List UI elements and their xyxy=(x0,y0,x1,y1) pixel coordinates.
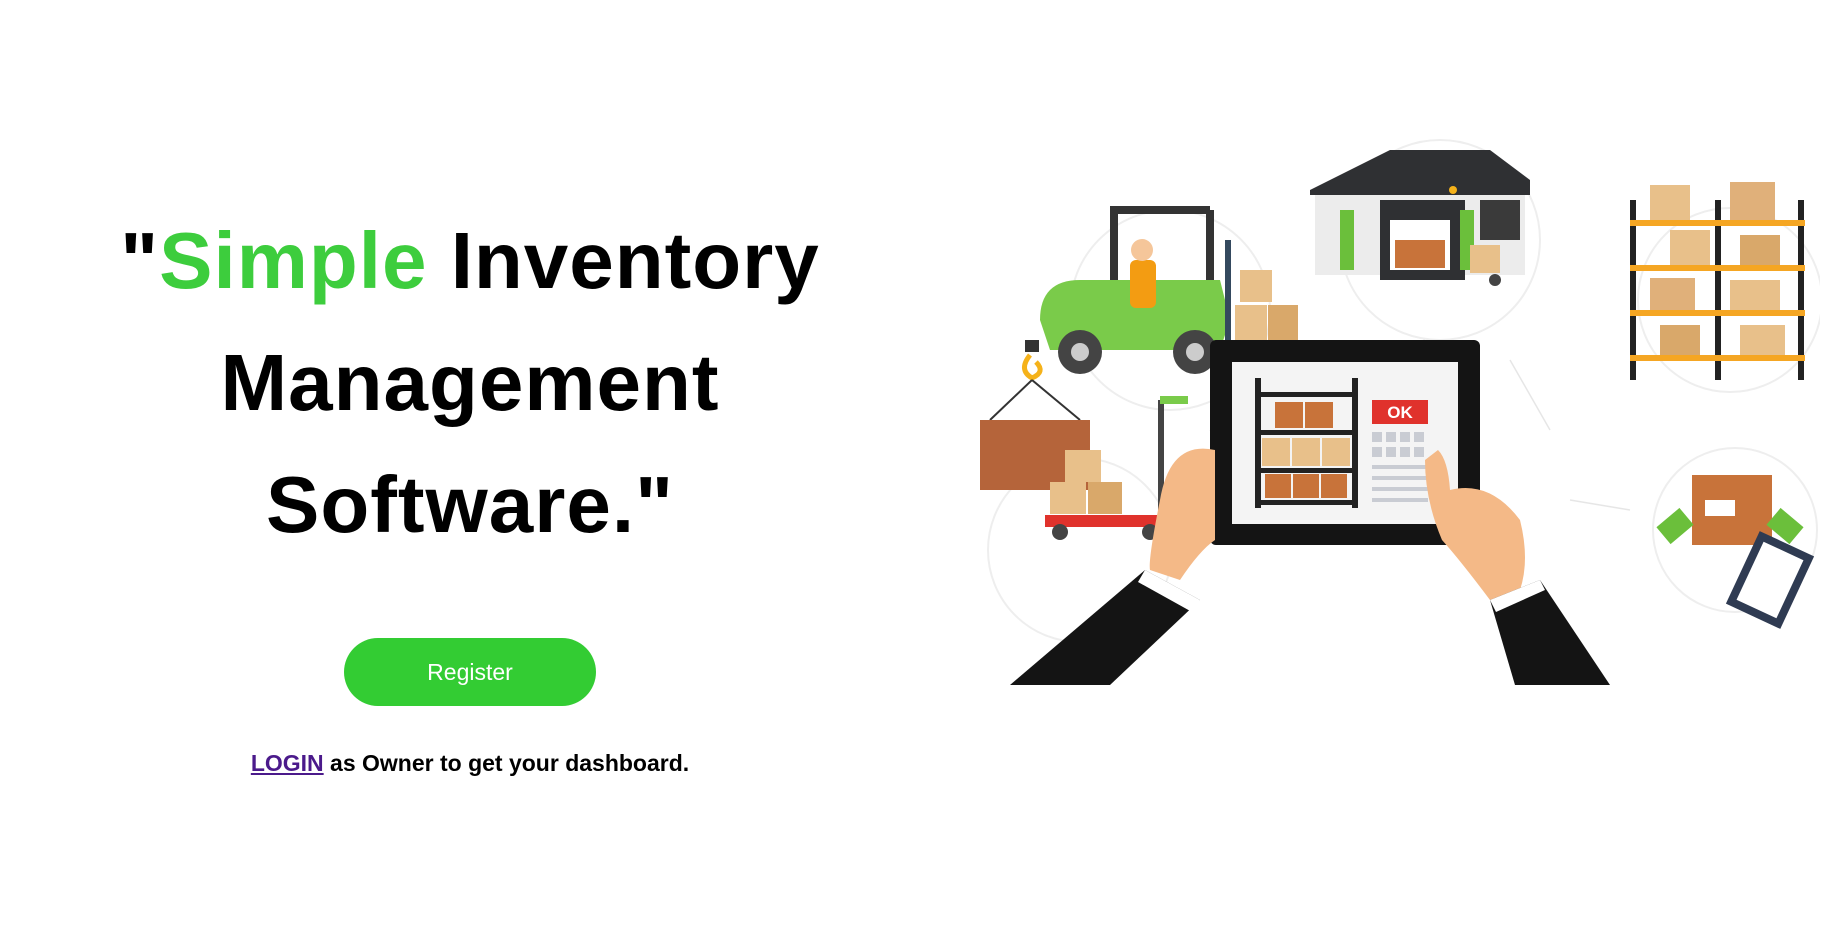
hero-section: "Simple Inventory Management Software." … xyxy=(60,200,880,777)
hero-headline: "Simple Inventory Management Software." xyxy=(60,200,880,566)
warehouse-building-vignette xyxy=(1310,139,1541,341)
login-suffix: as Owner to get your dashboard. xyxy=(323,750,690,776)
login-prompt: LOGIN as Owner to get your dashboard. xyxy=(60,750,880,777)
warehouse-illustration: OK xyxy=(980,139,1820,685)
headline-accent-word: Simple xyxy=(159,216,428,305)
ok-label: OK xyxy=(1387,403,1413,422)
login-link[interactable]: LOGIN xyxy=(251,750,324,776)
open-quote: " xyxy=(120,216,160,305)
register-button[interactable]: Register xyxy=(344,638,596,706)
shelving-vignette xyxy=(1630,182,1820,393)
delivery-vignette xyxy=(1652,447,1818,629)
